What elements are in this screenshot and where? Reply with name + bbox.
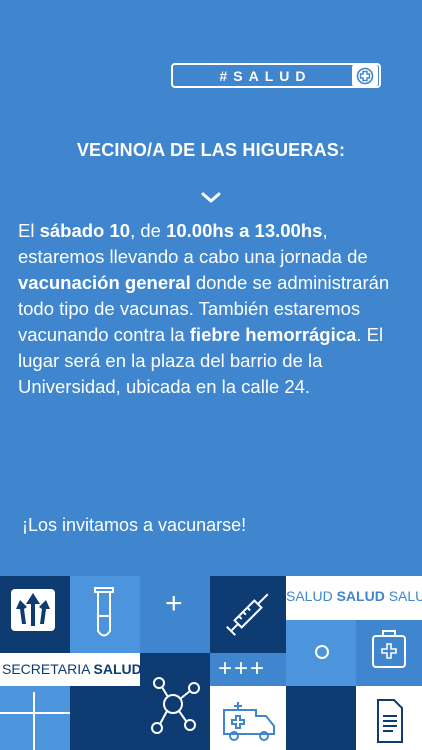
salud-tag-label: #SALUD [219,67,312,84]
tile [70,686,140,750]
invitation-text: ¡Los invitamos a vacunarse! [22,515,247,535]
first-aid-kit-icon [372,630,406,668]
fever-highlight: fiebre hemorrágica [189,324,357,345]
chevron-down-icon [201,192,221,203]
plus-glyph: + [165,587,183,620]
tile: + [140,576,210,653]
tile: +++ [210,653,286,686]
headline: VECINO/A DE LAS HIGUERAS: [76,140,346,160]
secretaria-strip-tile: SECRETARIA SALUD [0,653,140,686]
syringe-icon [226,593,269,636]
tile [70,576,140,653]
test-tube-icon [94,587,114,637]
tile [0,686,70,750]
salud-strip: SALUD SALUD SALUD [286,588,422,604]
secretaria-label: SECRETARIA SALUD [2,661,140,677]
document-icon [377,699,403,743]
date-highlight: sábado 10 [39,220,131,241]
time-highlight: 10.00hs a 13.00hs [166,220,323,241]
ring-icon [315,645,329,659]
vaccination-highlight: vacunación general [18,272,191,293]
salud-tag: #SALUD [171,63,381,88]
tile [286,686,356,750]
medical-plus-icon [352,65,378,86]
tile [356,620,422,686]
body-text: , de [130,220,167,241]
plus-row: +++ [218,655,267,682]
body-text: El [18,220,40,241]
ambulance-icon [223,702,275,741]
tile [140,653,210,750]
poster: #SALUD VECINO/A DE LAS HIGUERAS: El sába… [0,0,422,750]
tile [210,576,286,653]
tile [356,686,422,750]
tile [286,620,356,686]
crest-icon [11,589,55,631]
tile [210,686,286,750]
announcement-text: El sábado 10, de 10.00hs a 13.00hs, esta… [18,218,413,400]
salud-strip-tile: SALUD SALUD SALUD [286,576,422,620]
logo-tile [0,576,70,653]
decorative-footer: + SALUD SALUD SALUD [0,576,422,750]
molecule-icon [151,677,200,734]
